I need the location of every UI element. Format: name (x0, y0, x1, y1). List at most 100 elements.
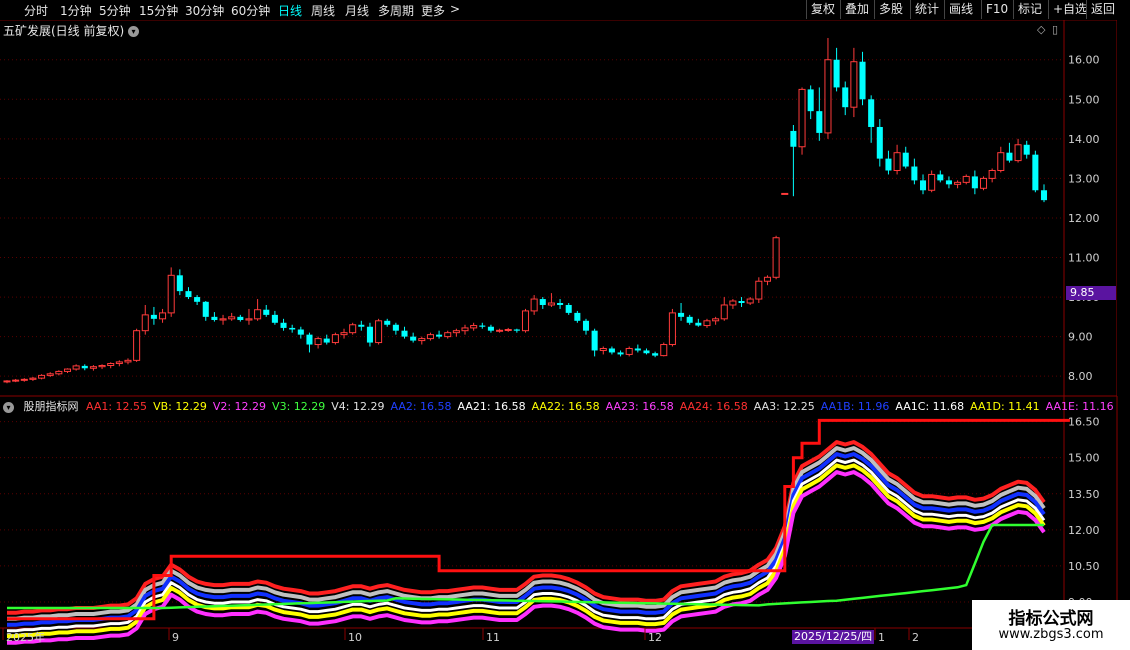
candle-body (893, 152, 901, 171)
candle-body (185, 291, 192, 298)
candle (617, 350, 624, 357)
indicator-value-8: AA23: 16.58 (605, 400, 674, 413)
candle (72, 364, 80, 371)
kline-chart[interactable]: 16.0015.0014.0013.0012.0011.0010.009.008… (0, 0, 1130, 650)
candle-body (314, 338, 322, 346)
candle-body (150, 314, 157, 319)
candle (12, 378, 20, 383)
candle (608, 346, 615, 355)
candle-body (937, 174, 944, 181)
candle (868, 95, 875, 143)
indicator-value-7: AA22: 16.58 (531, 400, 600, 413)
candle (962, 174, 970, 185)
main-y-label: 15.00 (1068, 93, 1100, 106)
candle (1006, 142, 1013, 163)
window-icon: ▯ (1052, 23, 1058, 36)
candle-body (678, 312, 685, 317)
candle (557, 299, 564, 309)
candle (729, 299, 737, 309)
candle-body (436, 334, 443, 337)
candle (375, 318, 383, 345)
candle-body (599, 347, 607, 351)
candle-body (608, 348, 615, 353)
candle-body (194, 297, 201, 302)
candle (366, 322, 373, 347)
candle (384, 318, 391, 327)
candle-body (461, 327, 469, 332)
axis-layer: 16.0015.0014.0013.0012.0011.0010.009.008… (2, 23, 1100, 644)
candle (893, 144, 901, 175)
candle (185, 287, 192, 300)
candle-body (652, 353, 659, 356)
candle (38, 374, 46, 380)
candle (141, 304, 149, 335)
candle (194, 295, 201, 305)
candle-body (591, 330, 598, 351)
candle (418, 336, 426, 345)
candle-body (816, 111, 823, 133)
candle (167, 267, 175, 317)
candle (703, 318, 711, 328)
candle-body (280, 322, 287, 328)
candle (202, 301, 209, 321)
candle (738, 297, 745, 307)
candle (55, 370, 63, 376)
candle-body (479, 325, 486, 327)
candle (20, 378, 28, 382)
collapse-icon[interactable]: ▾ (3, 401, 14, 413)
candle (81, 364, 88, 371)
candle (643, 348, 650, 355)
x-axis-label: 11 (486, 631, 500, 644)
candle-body (410, 336, 417, 341)
indicator-title[interactable]: 股朋指标网 (24, 400, 79, 413)
x-axis-label: 9 (172, 631, 179, 644)
indicator-value-9: AA24: 16.58 (679, 400, 748, 413)
candle (297, 326, 304, 339)
candle-body (668, 312, 676, 346)
candle-body (997, 152, 1005, 171)
candle (833, 47, 840, 92)
candle (574, 310, 581, 323)
indicator-layer (7, 418, 1070, 645)
candle-body (979, 177, 988, 189)
candle (470, 322, 478, 331)
watermark-logo: 指标公式网 www.zbgs3.com (972, 600, 1130, 650)
candle-body (141, 314, 149, 332)
candle (668, 308, 676, 347)
candle-layer (3, 37, 1048, 384)
main-y-label: 14.00 (1068, 133, 1100, 146)
diamond-icon: ◇ (1037, 23, 1046, 36)
candle (807, 85, 814, 120)
candle-body (660, 344, 668, 357)
candle (945, 176, 952, 189)
candle (824, 37, 832, 139)
candle (781, 192, 789, 195)
candle-body (133, 330, 141, 361)
candle (63, 368, 72, 374)
candle (115, 360, 123, 367)
candle (599, 346, 607, 355)
candle-body (539, 299, 546, 305)
x-axis-label: 12 (648, 631, 662, 644)
candle (997, 146, 1005, 173)
candle-body (1006, 152, 1013, 161)
main-y-label: 13.00 (1068, 172, 1100, 185)
indicator-value-14: AA1E: 11.16 (1045, 400, 1114, 413)
candle-body (911, 166, 918, 181)
candle-body (824, 59, 832, 134)
candle (850, 47, 858, 118)
cursor-date-tag: 2025/12/25/四 (792, 630, 875, 644)
candle-body (781, 192, 789, 195)
candle (504, 327, 512, 332)
watermark-title: 指标公式网 (1008, 609, 1094, 629)
candle (790, 125, 797, 197)
candle-body (833, 59, 840, 88)
candle-body (928, 173, 936, 191)
candle-body (228, 316, 236, 320)
candle-body (720, 304, 728, 320)
candle (228, 312, 236, 321)
candle (720, 297, 728, 321)
main-y-label: 9.00 (1068, 331, 1093, 344)
candle (712, 316, 720, 325)
candle (1014, 138, 1022, 163)
